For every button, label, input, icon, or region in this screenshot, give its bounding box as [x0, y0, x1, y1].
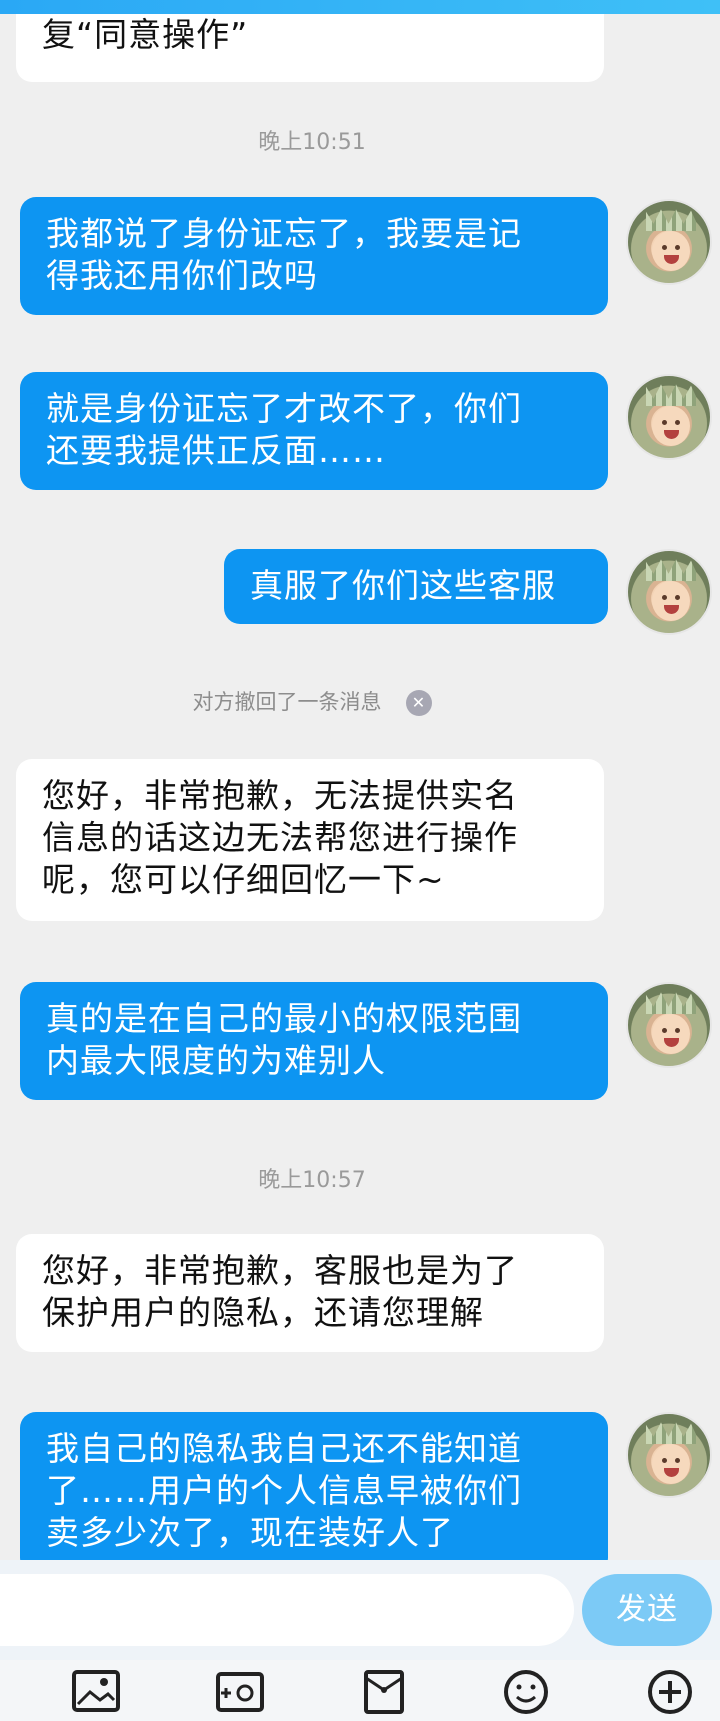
user-avatar[interactable]: [626, 199, 712, 285]
red-packet-icon[interactable]: [358, 1668, 410, 1716]
incoming-message[interactable]: 复“同意操作”: [16, 14, 604, 82]
composer-toolbar: [0, 1660, 720, 1721]
incoming-message[interactable]: 您好，非常抱歉，无法提供实名 信息的话这边无法帮您进行操作 呢，您可以仔细回忆一…: [16, 759, 604, 921]
chat-message-list[interactable]: 复“同意操作” 晚上10:51 我都说了身份证忘了，我要是记 得我还用你们改吗 …: [0, 14, 720, 1574]
close-icon[interactable]: ✕: [405, 690, 432, 716]
camera-icon[interactable]: [214, 1668, 266, 1716]
user-avatar[interactable]: [626, 982, 712, 1068]
message-input[interactable]: [0, 1574, 574, 1646]
send-button[interactable]: 发送: [582, 1574, 712, 1646]
timestamp: 晚上10:51: [258, 130, 366, 155]
recall-notice: 对方撤回了一条消息 ✕: [0, 686, 624, 716]
timestamp: 晚上10:57: [258, 1168, 366, 1193]
user-avatar[interactable]: [626, 549, 712, 635]
recall-notice-text: 对方撤回了一条消息: [192, 690, 382, 714]
outgoing-message[interactable]: 就是身份证忘了才改不了，你们 还要我提供正反面……: [20, 372, 608, 490]
plus-icon[interactable]: [644, 1668, 696, 1716]
top-accent-bar: [0, 0, 720, 14]
emoji-icon[interactable]: [500, 1668, 552, 1716]
outgoing-message[interactable]: 我自己的隐私我自己还不能知道 了……用户的个人信息早被你们 卖多少次了，现在装好…: [20, 1412, 608, 1574]
composer-bar: 发送: [0, 1560, 720, 1660]
image-icon[interactable]: [70, 1668, 122, 1716]
user-avatar[interactable]: [626, 1412, 712, 1498]
outgoing-message[interactable]: 我都说了身份证忘了，我要是记 得我还用你们改吗: [20, 197, 608, 315]
outgoing-message[interactable]: 真服了你们这些客服: [224, 549, 608, 624]
incoming-message[interactable]: 您好，非常抱歉，客服也是为了 保护用户的隐私，还请您理解: [16, 1234, 604, 1352]
outgoing-message[interactable]: 真的是在自己的最小的权限范围 内最大限度的为难别人: [20, 982, 608, 1100]
user-avatar[interactable]: [626, 374, 712, 460]
